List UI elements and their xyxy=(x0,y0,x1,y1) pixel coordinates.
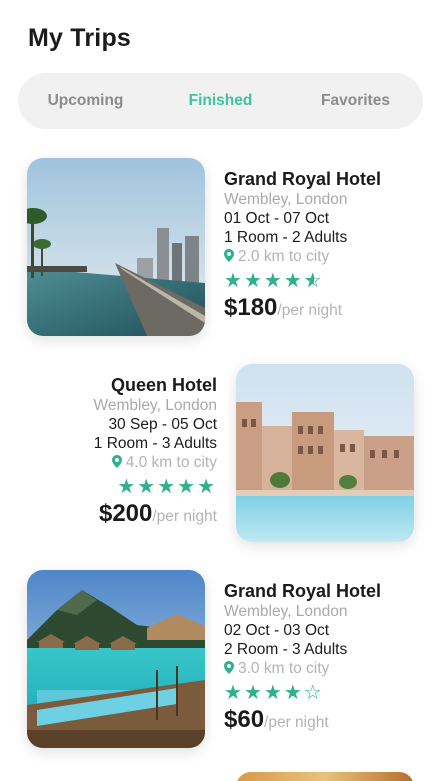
star-full-icon: ★ xyxy=(177,476,198,498)
star-full-icon: ★ xyxy=(197,476,217,498)
price-unit: /per night xyxy=(264,714,329,731)
hotel-name: Grand Royal Hotel xyxy=(224,169,382,189)
distance-text: 2.0 km to city xyxy=(238,248,330,265)
hotel-photo[interactable] xyxy=(27,158,205,336)
price: $180/per night xyxy=(224,294,414,325)
rating-stars: ★★★★★ xyxy=(224,270,414,292)
distance-row: 2.0 km to city xyxy=(224,247,414,266)
trip-info: Grand Royal Hotel Wembley, London 01 Oct… xyxy=(224,168,414,325)
star-full-icon: ★ xyxy=(137,476,158,498)
hotel-name: Grand Royal Hotel xyxy=(224,581,382,601)
distance-text: 3.0 km to city xyxy=(238,660,330,677)
location-pin-icon xyxy=(224,661,234,674)
hotel-photo[interactable] xyxy=(236,364,414,542)
trip-dates: 02 Oct - 03 Oct xyxy=(224,622,330,639)
hotel-location: Wembley, London xyxy=(224,191,348,208)
price-amount: $200 xyxy=(98,500,153,527)
star-half-icon: ★ xyxy=(304,270,324,292)
star-full-icon: ★ xyxy=(157,476,178,498)
trip-card[interactable]: Grand Royal Hotel Wembley, London 02 Oct… xyxy=(0,570,442,750)
hotel-name: Queen Hotel xyxy=(110,375,217,395)
star-full-icon: ★ xyxy=(263,682,284,704)
hotel-location: Wembley, London xyxy=(93,397,217,414)
trip-dates: 30 Sep - 05 Oct xyxy=(108,416,217,433)
tab-favorites[interactable]: Favorites xyxy=(288,92,423,110)
distance-row: 4.0 km to city xyxy=(27,453,217,472)
price-amount: $180 xyxy=(224,294,278,321)
distance-row: 3.0 km to city xyxy=(224,659,414,678)
hotel-photo[interactable] xyxy=(27,570,205,748)
star-full-icon: ★ xyxy=(224,270,244,292)
price-amount: $60 xyxy=(224,706,265,733)
trip-card[interactable]: Grand Royal Hotel Wembley, London 01 Oct… xyxy=(0,158,442,338)
trip-tabs: Upcoming Finished Favorites xyxy=(18,73,423,129)
star-full-icon: ★ xyxy=(263,270,284,292)
location-pin-icon xyxy=(111,455,122,468)
star-full-icon: ★ xyxy=(283,270,304,292)
star-full-icon: ★ xyxy=(117,476,138,498)
trip-info: Grand Royal Hotel Wembley, London 02 Oct… xyxy=(224,580,414,737)
price-unit: /per night xyxy=(152,508,217,525)
trip-guests: 1 Room - 2 Adults xyxy=(224,229,348,246)
price: $200/per night xyxy=(27,500,217,531)
location-pin-icon xyxy=(224,249,234,262)
trip-info: Queen Hotel Wembley, London 30 Sep - 05 … xyxy=(27,374,217,531)
price: $60/per night xyxy=(224,706,414,737)
price-unit: /per night xyxy=(277,302,343,319)
tab-upcoming[interactable]: Upcoming xyxy=(18,92,153,110)
trip-guests: 2 Room - 3 Adults xyxy=(224,641,348,658)
trip-dates: 01 Oct - 07 Oct xyxy=(224,210,330,227)
next-trip-photo[interactable] xyxy=(236,772,414,781)
rating-stars: ★★★★★ xyxy=(27,476,217,498)
star-full-icon: ★ xyxy=(224,682,244,704)
tab-finished[interactable]: Finished xyxy=(153,92,288,110)
distance-text: 4.0 km to city xyxy=(125,454,217,471)
star-full-icon: ★ xyxy=(243,270,264,292)
page-title: My Trips xyxy=(28,24,132,52)
hotel-location: Wembley, London xyxy=(224,603,348,620)
star-full-icon: ★ xyxy=(243,682,264,704)
rating-stars: ★★★★☆ xyxy=(224,682,414,704)
trip-guests: 1 Room - 3 Adults xyxy=(93,435,217,452)
trip-card[interactable]: Queen Hotel Wembley, London 30 Sep - 05 … xyxy=(0,364,442,544)
star-empty-icon: ☆ xyxy=(303,682,324,704)
star-full-icon: ★ xyxy=(283,682,304,704)
